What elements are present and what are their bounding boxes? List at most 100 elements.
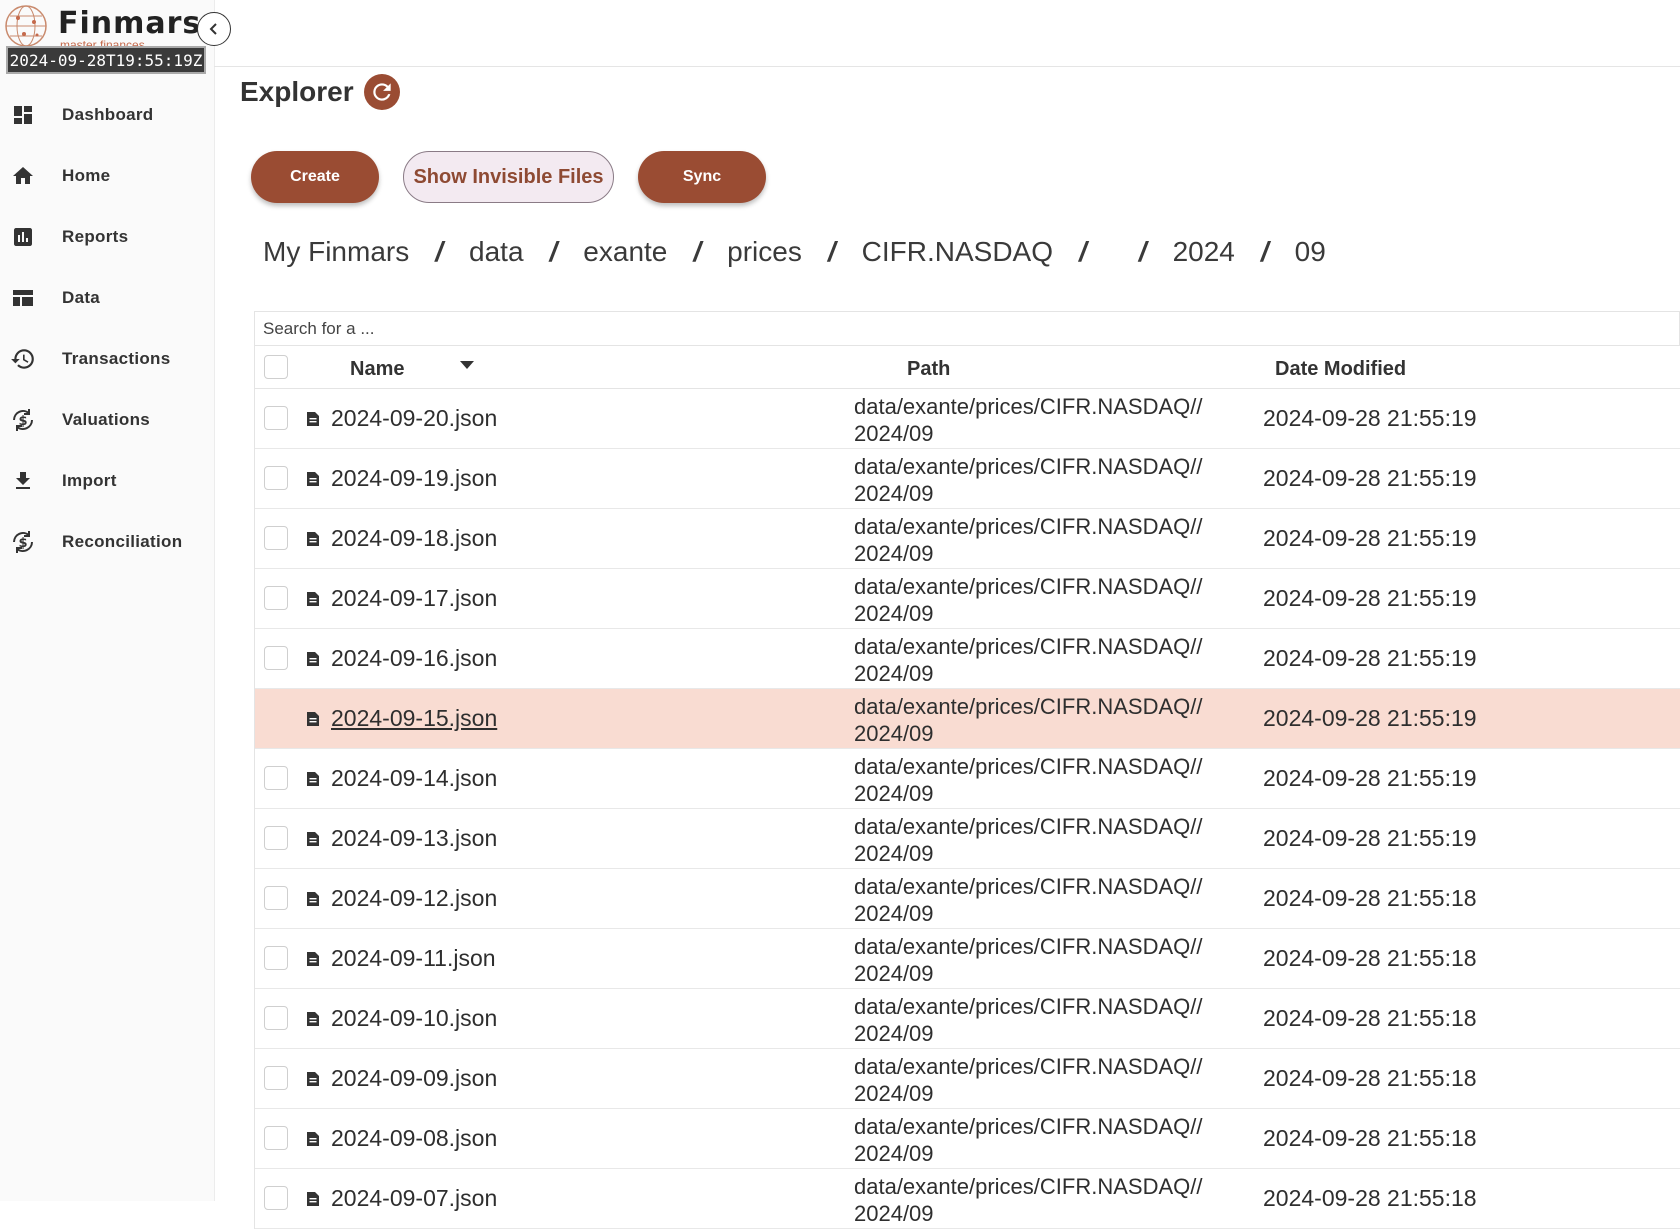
file-name-link[interactable]: 2024-09-15.json xyxy=(331,705,497,732)
sidebar-item-data[interactable]: Data xyxy=(0,267,214,328)
row-checkbox[interactable] xyxy=(264,1066,288,1090)
file-name-link[interactable]: 2024-09-10.json xyxy=(331,1005,497,1032)
file-path: data/exante/prices/CIFR.NASDAQ//2024/09 xyxy=(854,693,1202,747)
table-row[interactable]: 2024-09-14.json data/exante/prices/CIFR.N… xyxy=(255,749,1680,809)
collapse-sidebar-button[interactable] xyxy=(197,12,231,46)
breadcrumb-item[interactable]: 2024 xyxy=(1173,236,1235,268)
breadcrumb-item[interactable]: CIFR.NASDAQ xyxy=(862,236,1053,268)
sidebar-item-transactions[interactable]: Transactions xyxy=(0,328,214,389)
sidebar-item-import[interactable]: Import xyxy=(0,450,214,511)
sort-down-icon[interactable] xyxy=(460,361,474,371)
date-modified: 2024-09-28 21:55:19 xyxy=(1263,705,1477,731)
select-all-checkbox[interactable] xyxy=(264,355,288,379)
date-modified: 2024-09-28 21:55:19 xyxy=(1263,765,1477,791)
breadcrumb-item[interactable]: data xyxy=(469,236,524,268)
show-invisible-files-button[interactable]: Show Invisible Files xyxy=(403,151,614,203)
file-name-link[interactable]: 2024-09-08.json xyxy=(331,1125,497,1152)
file-name-link[interactable]: 2024-09-19.json xyxy=(331,465,497,492)
table-row[interactable]: 2024-09-20.json data/exante/prices/CIFR.N… xyxy=(255,389,1680,449)
file-icon xyxy=(307,712,319,726)
table-row[interactable]: 2024-09-18.json data/exante/prices/CIFR.N… xyxy=(255,509,1680,569)
download-icon xyxy=(8,466,38,496)
file-path-line-2: 2024/09 xyxy=(854,1201,934,1226)
file-path-line-1: data/exante/prices/CIFR.NASDAQ// xyxy=(854,754,1203,779)
sidebar-item-dashboard[interactable]: Dashboard xyxy=(0,84,214,145)
create-button[interactable]: Create xyxy=(251,151,379,203)
file-path-line-1: data/exante/prices/CIFR.NASDAQ// xyxy=(854,1174,1203,1199)
table-row[interactable]: 2024-09-09.json data/exante/prices/CIFR.N… xyxy=(255,1049,1680,1109)
file-name-link[interactable]: 2024-09-09.json xyxy=(331,1065,497,1092)
breadcrumb-item[interactable]: 09 xyxy=(1295,236,1326,268)
file-path: data/exante/prices/CIFR.NASDAQ//2024/09 xyxy=(854,453,1202,507)
file-name-link[interactable]: 2024-09-20.json xyxy=(331,405,497,432)
brand[interactable]: Finmars master finances xyxy=(4,4,214,52)
breadcrumb: My Finmars / data / exante / prices / CI… xyxy=(263,236,1326,268)
row-checkbox[interactable] xyxy=(264,646,288,670)
table-row[interactable]: 2024-09-16.json data/exante/prices/CIFR.N… xyxy=(255,629,1680,689)
row-checkbox[interactable] xyxy=(264,466,288,490)
file-path-line-2: 2024/09 xyxy=(854,781,934,806)
sidebar-item-home[interactable]: Home xyxy=(0,145,214,206)
breadcrumb-item[interactable]: prices xyxy=(727,236,802,268)
row-checkbox[interactable] xyxy=(264,1126,288,1150)
row-checkbox[interactable] xyxy=(264,706,288,730)
search-input[interactable] xyxy=(254,311,1680,346)
file-name-link[interactable]: 2024-09-17.json xyxy=(331,585,497,612)
date-modified: 2024-09-28 21:55:19 xyxy=(1263,585,1477,611)
row-checkbox[interactable] xyxy=(264,406,288,430)
column-header-path[interactable]: Path xyxy=(907,358,950,381)
table-row[interactable]: 2024-09-11.json data/exante/prices/CIFR.N… xyxy=(255,929,1680,989)
sync-button[interactable]: Sync xyxy=(638,151,766,203)
file-path-line-1: data/exante/prices/CIFR.NASDAQ// xyxy=(854,694,1203,719)
file-path-line-1: data/exante/prices/CIFR.NASDAQ// xyxy=(854,874,1203,899)
table-row[interactable]: 2024-09-07.json data/exante/prices/CIFR.N… xyxy=(255,1169,1680,1229)
row-checkbox[interactable] xyxy=(264,946,288,970)
page-title: Explorer xyxy=(240,74,400,110)
history-icon xyxy=(8,344,38,374)
table-body: 2024-09-20.json data/exante/prices/CIFR.N… xyxy=(255,389,1680,1229)
file-path-line-1: data/exante/prices/CIFR.NASDAQ// xyxy=(854,514,1203,539)
table-row[interactable]: 2024-09-08.json data/exante/prices/CIFR.N… xyxy=(255,1109,1680,1169)
file-path: data/exante/prices/CIFR.NASDAQ//2024/09 xyxy=(854,933,1202,987)
file-path-line-1: data/exante/prices/CIFR.NASDAQ// xyxy=(854,994,1203,1019)
file-name-link[interactable]: 2024-09-16.json xyxy=(331,645,497,672)
column-header-date-modified[interactable]: Date Modified xyxy=(1275,358,1406,381)
table-row[interactable]: 2024-09-19.json data/exante/prices/CIFR.N… xyxy=(255,449,1680,509)
table-row[interactable]: 2024-09-12.json data/exante/prices/CIFR.N… xyxy=(255,869,1680,929)
table-row[interactable]: 2024-09-13.json data/exante/prices/CIFR.N… xyxy=(255,809,1680,869)
breadcrumb-item[interactable]: exante xyxy=(583,236,667,268)
row-checkbox[interactable] xyxy=(264,766,288,790)
breadcrumb-item[interactable]: My Finmars xyxy=(263,236,409,268)
column-header-name[interactable]: Name xyxy=(350,358,404,381)
date-modified: 2024-09-28 21:55:19 xyxy=(1263,525,1477,551)
breadcrumb-separator: / xyxy=(827,236,836,267)
file-name-link[interactable]: 2024-09-12.json xyxy=(331,885,497,912)
file-name-link[interactable]: 2024-09-13.json xyxy=(331,825,497,852)
date-modified: 2024-09-28 21:55:19 xyxy=(1263,825,1477,851)
file-path-line-2: 2024/09 xyxy=(854,661,934,686)
svg-text:$: $ xyxy=(18,536,27,551)
row-checkbox[interactable] xyxy=(264,1006,288,1030)
sidebar-item-reconciliation[interactable]: $ Reconciliation xyxy=(0,511,214,572)
refresh-icon[interactable] xyxy=(363,74,400,110)
row-checkbox[interactable] xyxy=(264,586,288,610)
file-name-link[interactable]: 2024-09-14.json xyxy=(331,765,497,792)
table-row[interactable]: 2024-09-17.json data/exante/prices/CIFR.N… xyxy=(255,569,1680,629)
file-name-link[interactable]: 2024-09-18.json xyxy=(331,525,497,552)
sidebar-item-label: Reconciliation xyxy=(62,531,183,551)
row-checkbox[interactable] xyxy=(264,1186,288,1210)
file-path-line-2: 2024/09 xyxy=(854,1021,934,1046)
file-path-line-1: data/exante/prices/CIFR.NASDAQ// xyxy=(854,1114,1203,1139)
file-name-link[interactable]: 2024-09-07.json xyxy=(331,1185,497,1212)
row-checkbox[interactable] xyxy=(264,526,288,550)
row-checkbox[interactable] xyxy=(264,886,288,910)
sidebar-nav: Dashboard Home Reports Data Transactions xyxy=(0,84,214,572)
sidebar-item-reports[interactable]: Reports xyxy=(0,206,214,267)
file-name-link[interactable]: 2024-09-11.json xyxy=(331,945,496,972)
table-row[interactable]: 2024-09-15.json data/exante/prices/CIFR.N… xyxy=(255,689,1680,749)
file-path-line-1: data/exante/prices/CIFR.NASDAQ// xyxy=(854,454,1203,479)
row-checkbox[interactable] xyxy=(264,826,288,850)
sidebar-item-valuations[interactable]: $ Valuations xyxy=(0,389,214,450)
table-row[interactable]: 2024-09-10.json data/exante/prices/CIFR.N… xyxy=(255,989,1680,1049)
date-modified: 2024-09-28 21:55:18 xyxy=(1263,1185,1477,1211)
